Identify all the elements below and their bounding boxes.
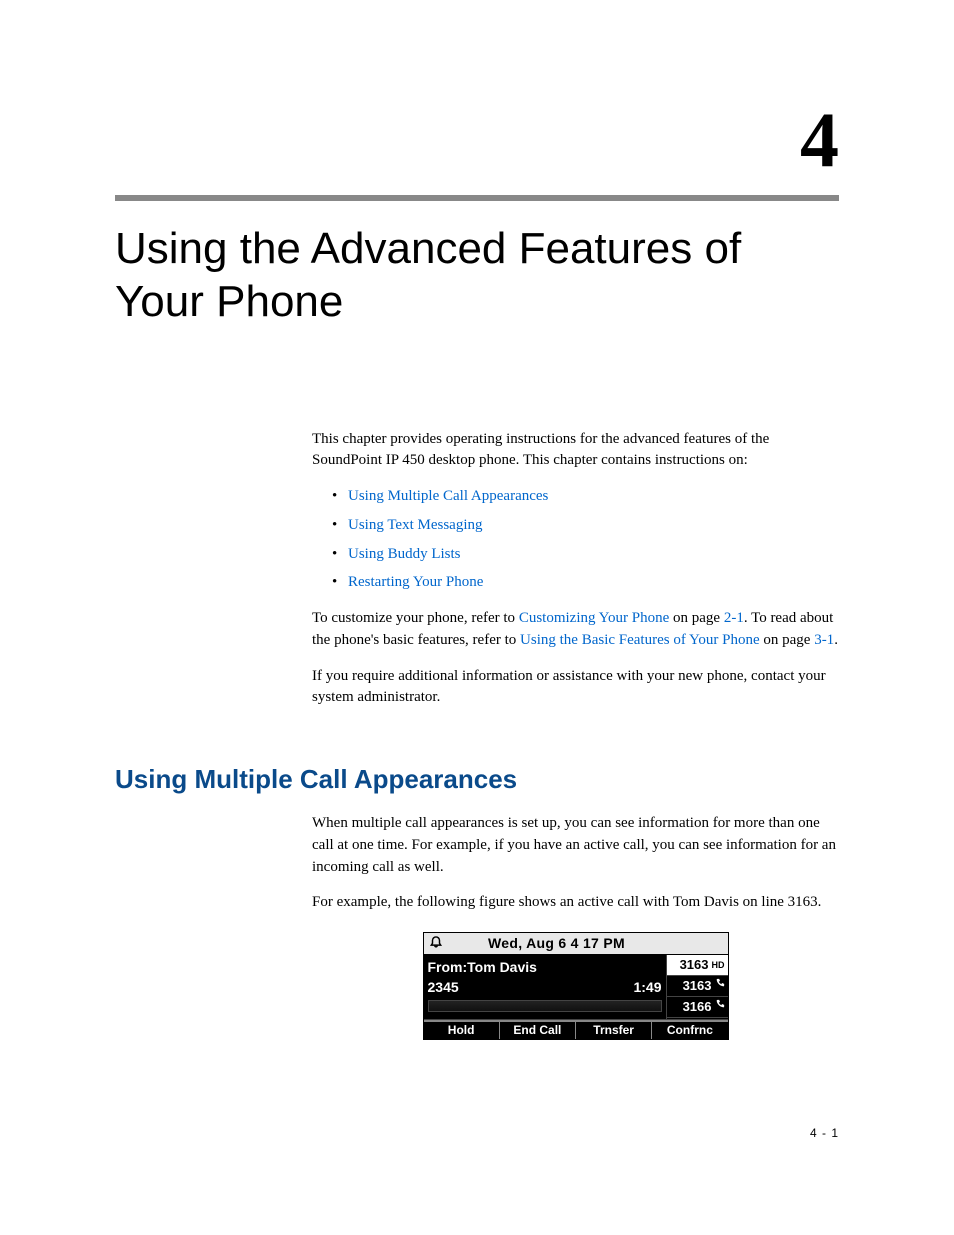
page-number: 4 - 1	[810, 1126, 839, 1140]
section-body: When multiple call appearances is set up…	[312, 813, 839, 1040]
text-span: To customize your phone, refer to	[312, 610, 519, 626]
phone-datetime: Wed, Aug 6 4 17 PM	[448, 933, 666, 953]
line-number: 3163	[683, 977, 712, 996]
cross-ref-link[interactable]: Customizing Your Phone	[519, 610, 669, 626]
section-heading: Using Multiple Call Appearances	[115, 764, 839, 795]
line-key: 3163	[667, 976, 728, 997]
softkey-row: Hold End Call Trnsfer Confrnc	[424, 1019, 728, 1039]
toc-link[interactable]: Using Multiple Call Appearances	[348, 488, 548, 504]
phone-screenshot: Wed, Aug 6 4 17 PM From:Tom Davis 2345 1…	[423, 932, 729, 1040]
bell-icon	[424, 933, 448, 953]
chapter-number: 4	[115, 95, 839, 185]
call-info-pane: From:Tom Davis 2345 1:49	[424, 955, 666, 1019]
caller-number: 2345	[428, 977, 459, 997]
phone-icon	[715, 978, 725, 994]
cross-ref-link[interactable]: Using the Basic Features of Your Phone	[520, 632, 760, 648]
section-paragraph: For example, the following figure shows …	[312, 892, 839, 914]
call-details-row: 2345 1:49	[428, 977, 662, 997]
line-number: 3166	[683, 998, 712, 1017]
document-page: 4 Using the Advanced Features of Your Ph…	[0, 0, 954, 1235]
toc-link[interactable]: Using Buddy Lists	[348, 546, 461, 562]
call-duration: 1:49	[633, 977, 661, 997]
divider	[115, 195, 839, 201]
text-span: on page	[760, 632, 815, 648]
page-ref-link[interactable]: 3-1	[814, 632, 834, 648]
phone-header-row: Wed, Aug 6 4 17 PM	[424, 933, 728, 955]
softkey-conference: Confrnc	[652, 1020, 727, 1039]
page-ref-link[interactable]: 2-1	[724, 610, 744, 626]
caller-name: From:Tom Davis	[428, 957, 662, 977]
text-span: .	[834, 632, 838, 648]
section-paragraph: When multiple call appearances is set up…	[312, 813, 839, 878]
softkey-transfer: Trnsfer	[576, 1020, 652, 1039]
intro-paragraph: This chapter provides operating instruct…	[312, 429, 839, 473]
cross-reference-paragraph: To customize your phone, refer to Custom…	[312, 608, 839, 652]
phone-main-area: From:Tom Davis 2345 1:49 3163 HD 3163	[424, 955, 728, 1019]
assistance-paragraph: If you require additional information or…	[312, 666, 839, 710]
softkey-endcall: End Call	[500, 1020, 576, 1039]
contents-list: Using Multiple Call Appearances Using Te…	[312, 486, 839, 594]
body-content: This chapter provides operating instruct…	[312, 429, 839, 710]
info-bar	[428, 1000, 662, 1012]
phone-icon	[715, 999, 725, 1015]
softkey-hold: Hold	[424, 1020, 500, 1039]
hd-icon: HD	[712, 959, 725, 972]
line-key: 3166	[667, 997, 728, 1018]
chapter-title: Using the Advanced Features of Your Phon…	[115, 223, 839, 329]
toc-link[interactable]: Using Text Messaging	[348, 517, 483, 533]
line-key: 3163 HD	[667, 955, 728, 976]
line-number: 3163	[680, 956, 709, 975]
toc-link[interactable]: Restarting Your Phone	[348, 574, 483, 590]
text-span: on page	[669, 610, 724, 626]
line-keys: 3163 HD 3163 3166	[666, 955, 728, 1019]
